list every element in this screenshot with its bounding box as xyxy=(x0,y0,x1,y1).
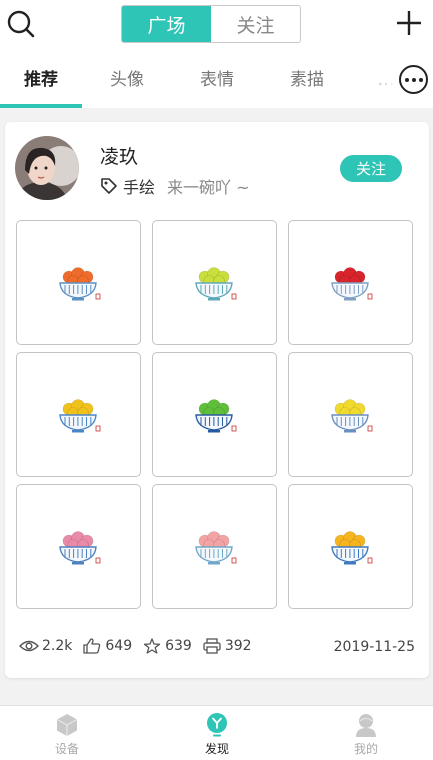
post-caption: 来一碗吖 ~ xyxy=(167,178,250,197)
nav-device[interactable]: 设备 xyxy=(27,712,107,757)
top-bar: 广场 关注 xyxy=(0,0,433,50)
fruit-bowl-illustration xyxy=(330,398,372,432)
device-icon xyxy=(56,714,78,736)
post-image-8[interactable] xyxy=(152,484,277,609)
search-icon[interactable] xyxy=(6,9,36,39)
active-tab-indicator xyxy=(0,104,82,108)
post-image-6[interactable] xyxy=(288,352,413,477)
tab-avatar[interactable]: 头像 xyxy=(86,50,168,108)
likes-stat[interactable]: 649 xyxy=(82,638,132,654)
segment-following[interactable]: 关注 xyxy=(211,6,300,42)
post-image-5[interactable] xyxy=(152,352,277,477)
tab-sketch[interactable]: 素描 xyxy=(266,50,348,108)
prints-stat[interactable]: 392 xyxy=(202,638,252,654)
feed-switch: 广场 关注 xyxy=(121,5,301,43)
category-tabs: 推荐 头像 表情 素描 … xyxy=(0,50,433,108)
fruit-bowl-illustration xyxy=(58,266,100,300)
username[interactable]: 凌玖 xyxy=(100,142,138,169)
nav-discover[interactable]: 发现 xyxy=(177,712,257,757)
post-image-3[interactable] xyxy=(288,220,413,345)
tab-scroll-fade xyxy=(376,50,398,108)
tag-label[interactable]: 手绘 xyxy=(123,174,155,198)
post-image-2[interactable] xyxy=(152,220,277,345)
fruit-bowl-illustration xyxy=(194,398,236,432)
tab-emoji[interactable]: 表情 xyxy=(176,50,258,108)
segment-square[interactable]: 广场 xyxy=(122,6,211,42)
favorites-stat[interactable]: 639 xyxy=(142,638,192,654)
post-image-7[interactable] xyxy=(16,484,141,609)
nav-profile[interactable]: 我的 xyxy=(326,712,406,757)
post-card[interactable]: 凌玖 手绘 来一碗吖 ~ 关注 2.2k 649 639 392 2019-11… xyxy=(5,122,429,678)
nav-device-label: 设备 xyxy=(54,742,79,756)
post-image-9[interactable] xyxy=(288,484,413,609)
avatar[interactable] xyxy=(15,136,79,200)
views-stat: 2.2k xyxy=(19,638,72,654)
printer-icon[interactable] xyxy=(202,638,222,654)
fruit-bowl-illustration xyxy=(58,530,100,564)
nav-discover-label: 发现 xyxy=(204,742,229,756)
likes-count: 649 xyxy=(105,638,133,654)
fruit-bowl-illustration xyxy=(194,530,236,564)
views-count: 2.2k xyxy=(42,638,73,654)
fruit-bowl-illustration xyxy=(194,266,236,300)
tag-icon xyxy=(101,178,117,194)
post-stats: 2.2k 649 639 392 xyxy=(19,638,262,654)
fruit-bowl-illustration xyxy=(330,530,372,564)
discover-icon xyxy=(207,713,227,737)
tab-recommended[interactable]: 推荐 xyxy=(0,50,82,108)
fruit-bowl-illustration xyxy=(58,398,100,432)
post-tag-row: 手绘 来一碗吖 ~ xyxy=(100,174,250,198)
add-icon[interactable] xyxy=(395,9,423,37)
favorites-count: 639 xyxy=(165,638,192,654)
eye-icon xyxy=(19,640,39,652)
post-date: 2019-11-25 xyxy=(333,639,415,655)
more-options-icon[interactable] xyxy=(399,65,428,94)
profile-icon xyxy=(356,714,376,737)
post-image-4[interactable] xyxy=(16,352,141,477)
thumbs-up-icon[interactable] xyxy=(82,638,102,654)
follow-button[interactable]: 关注 xyxy=(340,155,402,182)
fruit-bowl-illustration xyxy=(330,266,372,300)
bottom-navigation: 设备 发现 我的 xyxy=(0,705,433,760)
post-image-1[interactable] xyxy=(16,220,141,345)
star-icon[interactable] xyxy=(142,638,162,654)
prints-count: 392 xyxy=(224,638,252,654)
nav-profile-label: 我的 xyxy=(353,742,378,756)
